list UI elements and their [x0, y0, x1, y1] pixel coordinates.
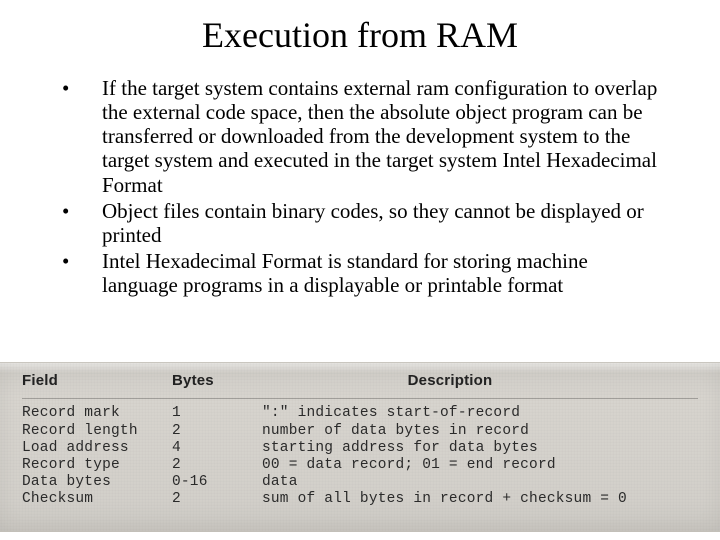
bullet-text: If the target system contains external r…	[102, 76, 660, 197]
hex-format-table: Field Bytes Description Record mark 1 ":…	[0, 362, 720, 532]
cell-bytes: 2	[172, 423, 262, 439]
header-description: Description	[262, 373, 698, 390]
cell-description: number of data bytes in record	[262, 423, 698, 439]
table-row: Record type 2 00 = data record; 01 = end…	[22, 457, 698, 474]
cell-field: Record type	[22, 457, 172, 473]
table-row: Record length 2 number of data bytes in …	[22, 422, 698, 439]
cell-description: ":" indicates start-of-record	[262, 405, 698, 421]
cell-bytes: 2	[172, 457, 262, 473]
bullet-text: Intel Hexadecimal Format is standard for…	[102, 249, 660, 297]
header-field: Field	[22, 373, 172, 390]
cell-field: Record mark	[22, 405, 172, 421]
cell-description: starting address for data bytes	[262, 440, 698, 456]
bullet-dot-icon: •	[60, 249, 102, 297]
cell-field: Record length	[22, 423, 172, 439]
header-bytes: Bytes	[172, 373, 262, 390]
cell-bytes: 2	[172, 491, 262, 507]
table-header-row: Field Bytes Description	[22, 373, 698, 399]
slide: Execution from RAM • If the target syste…	[0, 14, 720, 540]
bullet-text: Object files contain binary codes, so th…	[102, 199, 660, 247]
bullet-dot-icon: •	[60, 199, 102, 247]
table-row: Data bytes 0-16 data	[22, 474, 698, 491]
cell-description: sum of all bytes in record + checksum = …	[262, 491, 698, 507]
cell-bytes: 1	[172, 405, 262, 421]
table-body: Field Bytes Description Record mark 1 ":…	[0, 363, 720, 531]
table-row: Checksum 2 sum of all bytes in record + …	[22, 491, 698, 508]
bullet-dot-icon: •	[60, 76, 102, 197]
cell-field: Checksum	[22, 491, 172, 507]
cell-description: 00 = data record; 01 = end record	[262, 457, 698, 473]
list-item: • Intel Hexadecimal Format is standard f…	[60, 249, 660, 297]
bullet-list: • If the target system contains external…	[60, 76, 660, 297]
cell-bytes: 0-16	[172, 474, 262, 490]
list-item: • If the target system contains external…	[60, 76, 660, 197]
cell-description: data	[262, 474, 698, 490]
table-row: Record mark 1 ":" indicates start-of-rec…	[22, 405, 698, 422]
table-row: Load address 4 starting address for data…	[22, 439, 698, 456]
cell-field: Load address	[22, 440, 172, 456]
slide-title: Execution from RAM	[0, 14, 720, 56]
list-item: • Object files contain binary codes, so …	[60, 199, 660, 247]
cell-bytes: 4	[172, 440, 262, 456]
cell-field: Data bytes	[22, 474, 172, 490]
